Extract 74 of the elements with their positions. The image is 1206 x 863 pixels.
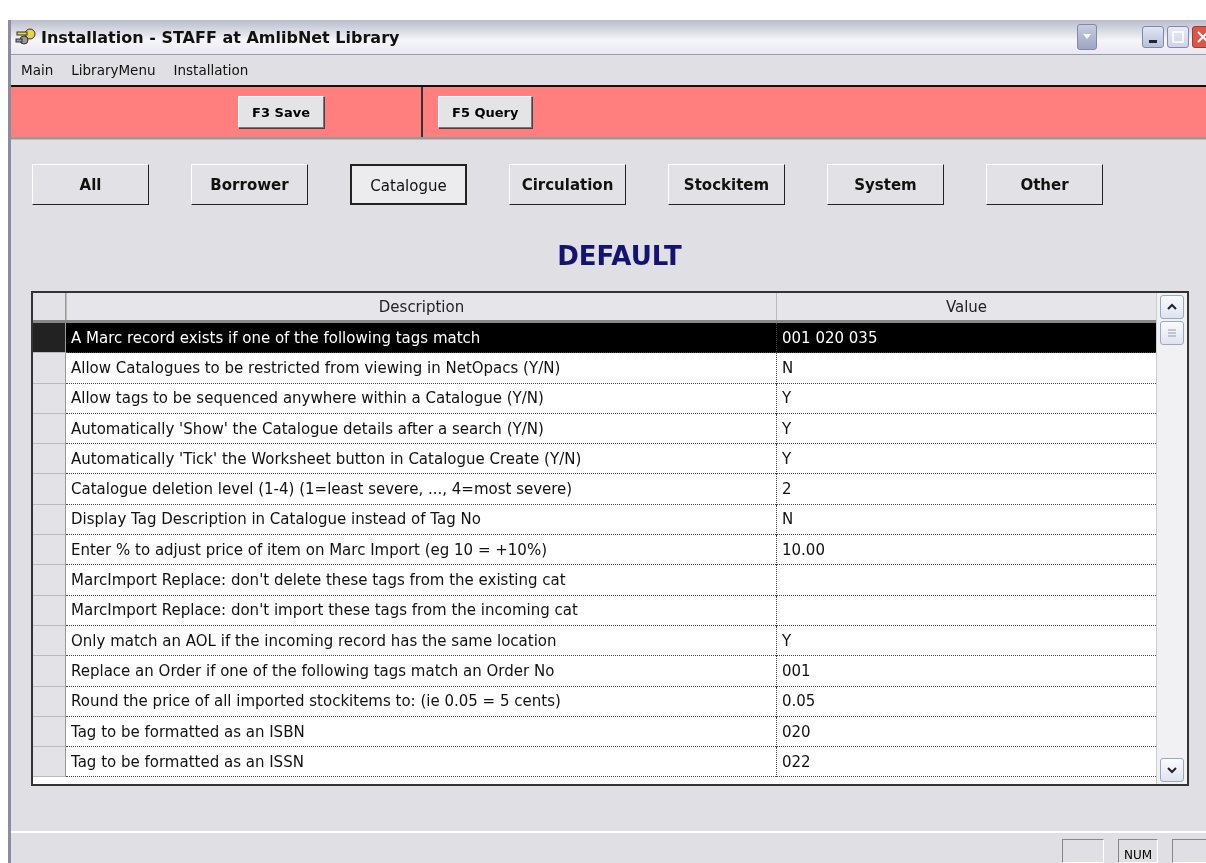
table-row[interactable]: MarcImport Replace: don't import these tags from the incoming cat — [33, 595, 1156, 626]
table-row[interactable]: Allow Catalogues to be restricted from viewing in NetOpacs (Y/N) N — [33, 353, 1156, 384]
description-text: A Marc record exists if one of the following tags match — [71, 328, 481, 347]
column-header[interactable]: Description — [66, 293, 776, 320]
scroll-down-button[interactable] — [1160, 758, 1184, 782]
value-text: 0.05 — [782, 692, 816, 711]
description-text: Enter % to adjust price of item on Marc Import (eg 10 = +10%) — [71, 540, 548, 559]
table-row[interactable]: Catalogue deletion level (1-4) (1=least severe, ..., 4=most severe) 2 — [33, 474, 1156, 505]
filter-tab[interactable]: Catalogue — [350, 164, 467, 205]
value-text: Y — [782, 389, 792, 408]
table-row[interactable]: Allow tags to be sequenced anywhere within a Catalogue (Y/N) Y — [33, 383, 1156, 414]
table-row[interactable]: Round the price of all imported stockitems to: (ie 0.05 = 5 cents) 0.05 — [33, 686, 1156, 717]
filter-tab[interactable]: All — [32, 164, 149, 205]
dropdown-button[interactable] — [1077, 24, 1097, 50]
row-selector[interactable] — [33, 323, 66, 354]
description-text: MarcImport Replace: don't delete these tags from the existing cat — [71, 571, 566, 589]
value-text: 022 — [782, 752, 811, 771]
close-icon — [1197, 31, 1206, 43]
value-text: 020 — [782, 722, 811, 741]
filter-tab[interactable]: System — [827, 164, 944, 205]
status-panel — [1172, 839, 1206, 863]
table-row[interactable]: Enter % to adjust price of item on Marc Import (eg 10 = +10%) 10.00 — [33, 535, 1156, 566]
description-text: Round the price of all imported stockitems to: (ie 0.05 = 5 cents) — [71, 692, 561, 711]
description-text: Automatically 'Tick' the Worksheet button in Catalogue Create (Y/N) — [71, 449, 582, 468]
description-text: Automatically 'Show' the Catalogue details after a search (Y/N) — [71, 419, 544, 438]
description-text: Allow tags to be sequenced anywhere within a Catalogue (Y/N) — [71, 389, 544, 408]
filter-tab[interactable]: Stockitem — [668, 164, 785, 205]
value-text: 2 — [782, 480, 792, 499]
filter-tab[interactable]: Other — [986, 164, 1103, 205]
table-row[interactable]: Tag to be formatted as an ISBN 020 — [33, 716, 1156, 748]
scroll-thumb[interactable] — [1160, 321, 1184, 345]
table-row[interactable]: Replace an Order if one of the following tags match an Order No 001 — [33, 656, 1156, 687]
description-text: Allow Catalogues to be restricted from viewing in NetOpacs (Y/N) — [71, 358, 561, 377]
table-row[interactable]: Only match an AOL if the incoming record has the same location Y — [33, 625, 1156, 657]
filter-tab[interactable]: Circulation — [509, 164, 626, 205]
description-text: Tag to be formatted as an ISBN — [71, 722, 305, 741]
grip-icon — [1167, 329, 1177, 337]
status-panel — [1062, 839, 1104, 863]
menu-item[interactable]: Main — [21, 62, 54, 78]
description-text: Display Tag Description in Catalogue instead of Tag No — [71, 510, 481, 529]
value-text: Y — [782, 631, 792, 650]
keys-icon — [15, 28, 37, 46]
chevron-up-icon — [1167, 303, 1177, 311]
toolbar-button[interactable]: F5 Query — [438, 96, 533, 128]
table-row[interactable]: MarcImport Replace: don't delete these tags from the existing cat — [33, 565, 1156, 596]
description-text: Tag to be formatted as an ISSN — [71, 752, 304, 771]
value-text: N — [782, 510, 794, 529]
description-text: MarcImport Replace: don't import these tags from the incoming cat — [71, 601, 578, 620]
maximize-icon — [1172, 31, 1184, 43]
value-text: 001 020 035 — [782, 328, 878, 347]
minimize-icon — [1149, 39, 1157, 43]
value-text: N — [782, 358, 794, 377]
description-text: Catalogue deletion level (1-4) (1=least severe, ..., 4=most severe) — [71, 480, 573, 499]
caret-icon — [1082, 33, 1092, 41]
chevron-down-icon — [1167, 766, 1177, 774]
scroll-up-button[interactable] — [1160, 295, 1184, 319]
filter-tab[interactable]: Borrower — [191, 164, 308, 205]
description-text: Replace an Order if one of the following tags match an Order No — [71, 661, 555, 680]
section-heading: DEFAULT — [556, 241, 683, 271]
value-text: 001 — [782, 661, 811, 680]
menu-item[interactable]: LibraryMenu — [71, 62, 156, 78]
table-row[interactable]: Display Tag Description in Catalogue instead of Tag No N — [33, 504, 1156, 536]
minimize-button[interactable] — [1142, 26, 1164, 48]
table-row[interactable]: Tag to be formatted as an ISSN 022 — [33, 747, 1156, 778]
num-lock-indicator: NUM — [1118, 839, 1158, 863]
table-row[interactable]: Automatically 'Show' the Catalogue details after a search (Y/N) Y — [33, 413, 1156, 445]
toolbar-button[interactable]: F3 Save — [238, 96, 324, 128]
value-text: 10.00 — [782, 540, 825, 559]
value-text: Y — [782, 419, 792, 438]
table-row[interactable]: Automatically 'Tick' the Worksheet button in Catalogue Create (Y/N) Y — [33, 444, 1156, 475]
menu-item[interactable]: Installation — [173, 62, 249, 78]
window-title: Installation - STAFF at AmlibNet Library — [41, 27, 400, 47]
description-text: Only match an AOL if the incoming record has the same location — [71, 631, 557, 650]
value-text: Y — [782, 449, 792, 468]
